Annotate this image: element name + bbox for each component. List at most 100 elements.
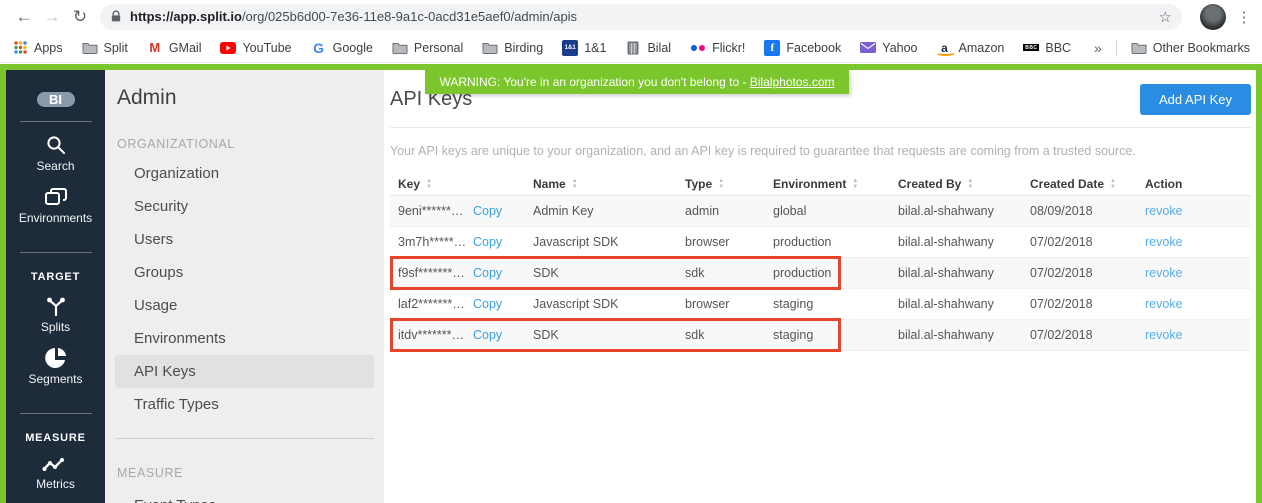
copy-link[interactable]: Copy: [473, 297, 502, 311]
nav-item-security[interactable]: Security: [115, 190, 374, 223]
bookmark-label: GMail: [169, 41, 202, 55]
nav-item-environments[interactable]: Environments: [115, 322, 374, 355]
revoke-link[interactable]: revoke: [1145, 235, 1183, 249]
column-header-created-by[interactable]: Created By▲▼: [890, 177, 1022, 191]
bookmark-label: BBC: [1045, 41, 1071, 55]
other-bookmarks[interactable]: Other Bookmarks: [1131, 40, 1250, 56]
document-icon: [625, 40, 641, 56]
bookmark-apps[interactable]: Apps: [12, 40, 63, 56]
flickr-icon: [690, 40, 706, 56]
key-created-by: bilal.al-shahwany: [890, 235, 1022, 249]
bookmark-amazon[interactable]: a Amazon: [937, 40, 1005, 56]
api-key-masked: itdv*******…: [398, 328, 473, 342]
sidebar-item-splits[interactable]: Splits: [41, 295, 70, 334]
url-path: /org/025b6d00-7e36-11e8-9a1c-0acd31e5aef…: [242, 9, 577, 24]
rail-section-target: TARGET: [31, 271, 80, 283]
nav-item-traffic-types[interactable]: Traffic Types: [115, 388, 374, 421]
revoke-link[interactable]: revoke: [1145, 266, 1183, 280]
api-key-masked: 9eni******…: [398, 204, 473, 218]
revoke-link[interactable]: revoke: [1145, 328, 1183, 342]
bookmark-gmail[interactable]: M GMail: [147, 40, 202, 56]
warning-org-link[interactable]: Bilalphotos.com: [750, 75, 835, 89]
metrics-icon: [42, 456, 68, 474]
gmail-icon: M: [147, 40, 163, 56]
api-keys-table: Key▲▼ Name ▲▼ Type ▲▼ Environment▲▼ Create…: [390, 172, 1251, 351]
bookmark-label: Bilal: [647, 41, 671, 55]
key-type: admin: [677, 204, 765, 218]
address-bar[interactable]: https://app.split.io/org/025b6d00-7e36-1…: [100, 4, 1182, 30]
refresh-icon[interactable]: ↻: [66, 7, 94, 27]
org-avatar[interactable]: BI: [37, 92, 75, 107]
sort-icon[interactable]: ▲▼: [426, 178, 432, 190]
column-header-type[interactable]: Type ▲▼: [677, 177, 765, 191]
bookmark-label: Birding: [504, 41, 543, 55]
sort-icon[interactable]: ▲▼: [718, 178, 724, 190]
bookmark-yahoo[interactable]: Yahoo: [860, 40, 917, 56]
column-header-key[interactable]: Key▲▼: [390, 177, 525, 191]
bookmark-star-icon[interactable]: ☆: [1159, 8, 1172, 26]
sidebar-item-environments[interactable]: Environments: [19, 186, 92, 225]
sort-icon[interactable]: ▲▼: [967, 178, 973, 190]
column-header-name[interactable]: Name ▲▼: [525, 177, 677, 191]
nav-item-usage[interactable]: Usage: [115, 289, 374, 322]
bookmark-birding[interactable]: Birding: [482, 40, 543, 56]
org-warning-banner: WARNING: You're in an organization you d…: [425, 70, 849, 94]
nav-item-api-keys[interactable]: API Keys: [115, 355, 374, 388]
yahoo-envelope-icon: [860, 40, 876, 56]
folder-icon: [82, 40, 98, 56]
bookmark-1and1[interactable]: 1&1 1&1: [562, 40, 606, 56]
lock-icon: [110, 10, 122, 23]
forward-icon[interactable]: →: [38, 7, 66, 27]
copy-link[interactable]: Copy: [473, 266, 502, 280]
copy-link[interactable]: Copy: [473, 235, 502, 249]
rail-section-measure: MEASURE: [25, 432, 86, 444]
sidebar-item-metrics[interactable]: Metrics: [36, 456, 75, 491]
url-text[interactable]: https://app.split.io/org/025b6d00-7e36-1…: [130, 9, 1151, 24]
copy-link[interactable]: Copy: [473, 204, 502, 218]
revoke-link[interactable]: revoke: [1145, 204, 1183, 218]
profile-avatar[interactable]: [1200, 4, 1226, 30]
key-type: browser: [677, 235, 765, 249]
sort-icon[interactable]: ▲▼: [852, 178, 858, 190]
sort-icon[interactable]: ▲▼: [1110, 178, 1116, 190]
folder-icon: [1131, 40, 1147, 56]
sort-icon[interactable]: ▲▼: [572, 178, 578, 190]
back-icon[interactable]: ←: [10, 7, 38, 27]
revoke-link[interactable]: revoke: [1145, 297, 1183, 311]
column-header-environment[interactable]: Environment▲▼: [765, 177, 890, 191]
bookmark-flickr[interactable]: Flickr!: [690, 40, 745, 56]
bookmark-facebook[interactable]: f Facebook: [764, 40, 841, 56]
table-row: 9eni******…Copy Admin Key admin global b…: [390, 196, 1251, 227]
column-header-created-date[interactable]: Created Date▲▼: [1022, 177, 1137, 191]
sidebar-item-label: Segments: [28, 372, 82, 386]
sidebar-item-label: Environments: [19, 211, 92, 225]
sidebar-item-segments[interactable]: Segments: [28, 347, 82, 386]
nav-item-organization[interactable]: Organization: [115, 157, 374, 190]
column-label: Type: [685, 177, 712, 191]
key-created-date: 07/02/2018: [1022, 297, 1137, 311]
bookmark-split[interactable]: Split: [82, 40, 128, 56]
column-label: Name: [533, 177, 566, 191]
bookmark-bbc[interactable]: BBC BBC: [1023, 40, 1071, 56]
copy-link[interactable]: Copy: [473, 328, 502, 342]
column-header-action: Action: [1137, 177, 1251, 191]
1and1-icon: 1&1: [562, 40, 578, 56]
nav-divider: [115, 438, 374, 439]
nav-item-groups[interactable]: Groups: [115, 256, 374, 289]
browser-toolbar: ← → ↻ https://app.split.io/org/025b6d00-…: [0, 0, 1262, 33]
bookmarks-overflow-icon[interactable]: »: [1094, 40, 1102, 56]
sidebar-item-label: Splits: [41, 320, 70, 334]
bookmark-personal[interactable]: Personal: [392, 40, 463, 56]
bookmark-google[interactable]: G Google: [311, 40, 373, 56]
admin-nav-panel: Admin ORGANIZATIONAL Organization Securi…: [105, 70, 384, 503]
sidebar-item-search[interactable]: Search: [36, 134, 74, 173]
main-content: WARNING: You're in an organization you d…: [384, 70, 1256, 503]
bookmark-youtube[interactable]: YouTube: [220, 40, 291, 56]
nav-item-users[interactable]: Users: [115, 223, 374, 256]
rail-divider: [20, 413, 92, 414]
bookmark-bilal[interactable]: Bilal: [625, 40, 671, 56]
nav-item-event-types-partial[interactable]: Event Types: [115, 489, 374, 503]
chrome-menu-icon[interactable]: ⋮: [1236, 8, 1252, 26]
youtube-icon: [220, 40, 236, 56]
add-api-key-button[interactable]: Add API Key: [1140, 84, 1251, 115]
